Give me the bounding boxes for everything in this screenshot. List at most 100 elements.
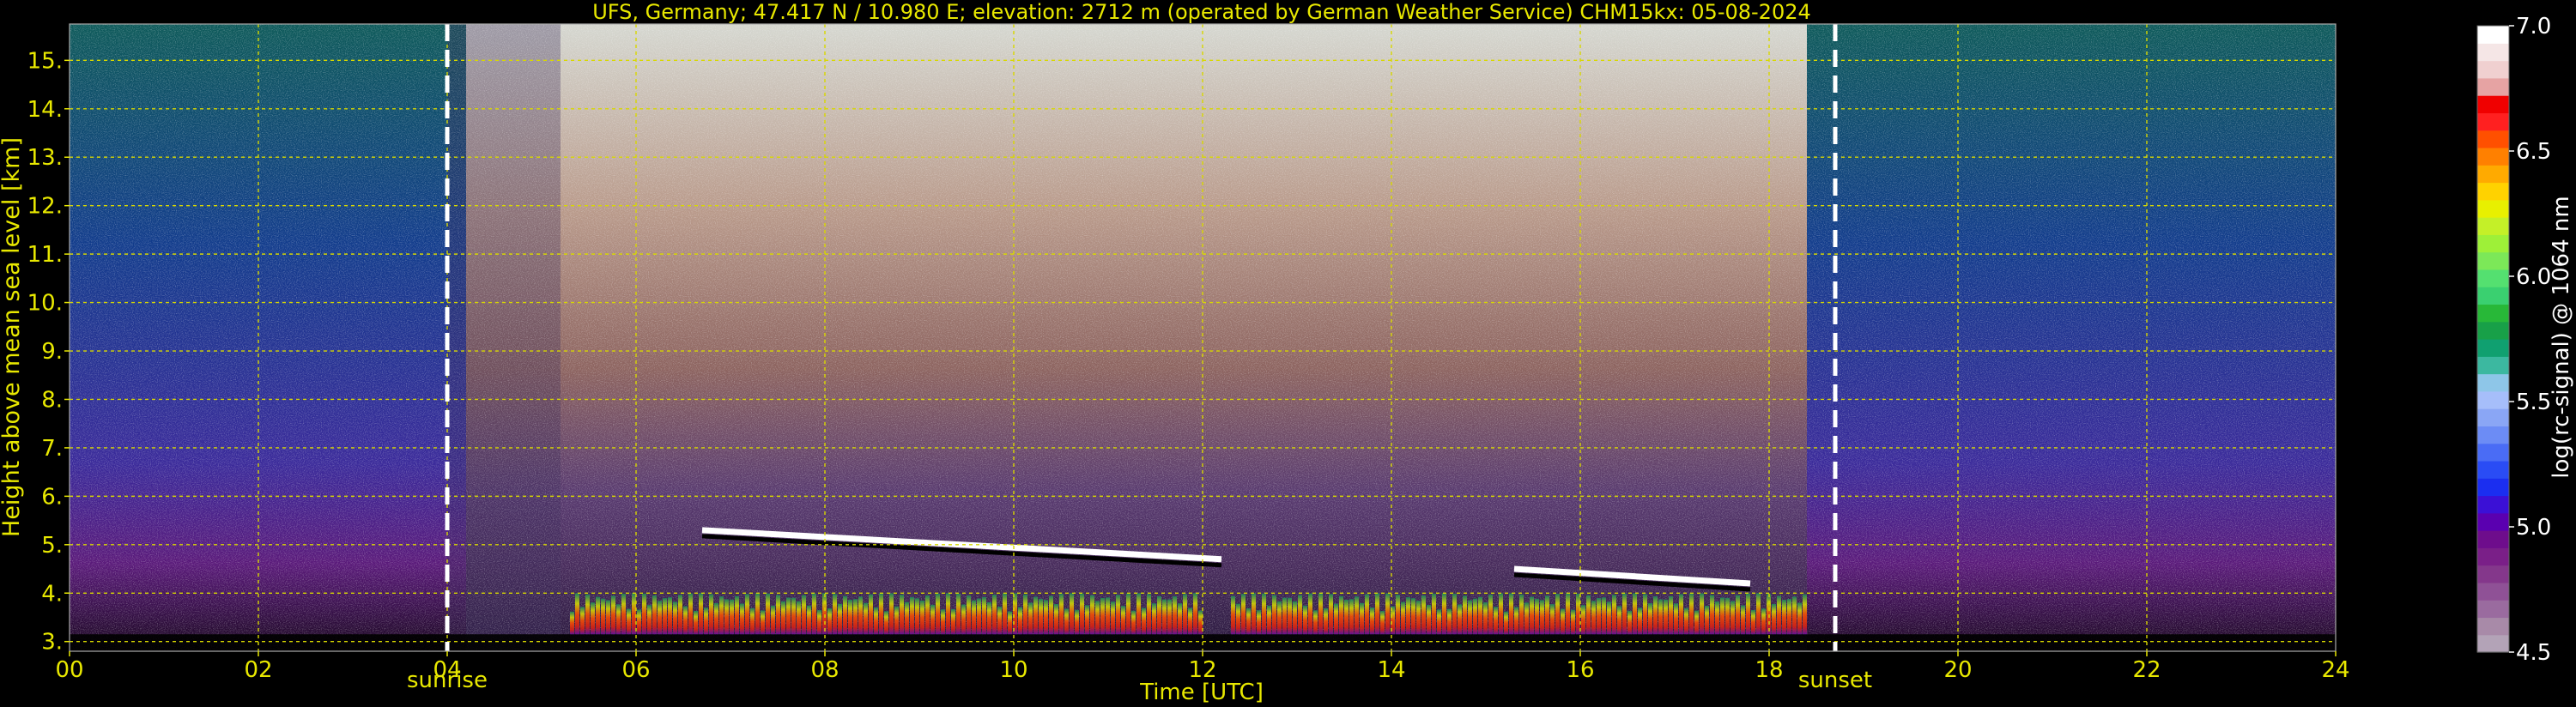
boundary-layer-column bbox=[848, 600, 852, 635]
colorbar-segment bbox=[2477, 43, 2509, 62]
boundary-layer-column bbox=[1550, 604, 1555, 635]
sunset-label: sunset bbox=[1798, 668, 1872, 693]
boundary-layer-column bbox=[766, 593, 770, 635]
boundary-layer-column bbox=[1136, 593, 1141, 635]
boundary-layer-column bbox=[1803, 594, 1807, 635]
colorbar-label: log(rc-signal) @ 1064 nm bbox=[2549, 196, 2574, 478]
boundary-layer-column bbox=[1370, 607, 1374, 635]
boundary-layer-column bbox=[1142, 607, 1146, 635]
boundary-layer-column bbox=[1116, 595, 1120, 635]
boundary-layer-column bbox=[1509, 593, 1513, 635]
boundary-layer-column bbox=[1100, 597, 1105, 635]
boundary-layer-column bbox=[1028, 602, 1033, 635]
y-tick-label: 5. bbox=[41, 533, 63, 559]
boundary-layer-column bbox=[1198, 610, 1203, 635]
boundary-layer-column bbox=[1131, 610, 1136, 635]
boundary-layer-column bbox=[1566, 593, 1570, 635]
boundary-layer-column bbox=[1272, 595, 1276, 635]
boundary-layer-column bbox=[627, 608, 631, 635]
boundary-layer-column bbox=[864, 602, 868, 635]
boundary-layer-column bbox=[1535, 598, 1539, 635]
colorbar-segment bbox=[2477, 582, 2509, 601]
boundary-layer-column bbox=[688, 593, 693, 635]
boundary-layer-column bbox=[1607, 601, 1611, 635]
boundary-layer-column bbox=[1741, 605, 1745, 635]
colorbar-segment bbox=[2477, 390, 2509, 409]
boundary-layer-column bbox=[1033, 596, 1038, 635]
x-tick-label: 04 bbox=[433, 657, 461, 683]
boundary-layer-column bbox=[1385, 593, 1390, 635]
boundary-layer-column bbox=[1756, 593, 1761, 635]
boundary-layer-column bbox=[1167, 599, 1172, 635]
boundary-layer-column bbox=[1452, 594, 1457, 635]
boundary-layer-column bbox=[673, 601, 677, 635]
boundary-layer-column bbox=[1545, 595, 1549, 635]
colorbar-segment bbox=[2477, 460, 2509, 479]
x-tick-label: 08 bbox=[810, 657, 839, 683]
boundary-layer-column bbox=[1008, 611, 1012, 635]
colorbar-segment bbox=[2477, 512, 2509, 531]
boundary-layer-column bbox=[776, 595, 780, 635]
boundary-layer-column bbox=[1694, 610, 1699, 635]
boundary-layer-column bbox=[1231, 595, 1235, 635]
boundary-layer-column bbox=[869, 594, 873, 635]
boundary-layer-column bbox=[1571, 609, 1575, 635]
boundary-layer-column bbox=[719, 596, 724, 635]
boundary-layer-column bbox=[1519, 594, 1524, 635]
boundary-layer-column bbox=[1126, 593, 1130, 635]
y-tick-label: 14. bbox=[27, 97, 63, 123]
colorbar: 4.5 5.0 5.5 6.0 6.5 7.0 bbox=[2476, 14, 2551, 666]
boundary-layer-column bbox=[1669, 595, 1673, 635]
boundary-layer-column bbox=[879, 593, 883, 635]
boundary-layer-column bbox=[1157, 595, 1161, 635]
boundary-layer-column bbox=[987, 601, 991, 635]
colorbar-tick-label: 6.0 bbox=[2516, 264, 2551, 290]
boundary-layer-column bbox=[941, 609, 945, 635]
boundary-layer-column bbox=[1468, 600, 1472, 635]
boundary-layer-column bbox=[1339, 595, 1343, 635]
boundary-layer-column bbox=[1684, 607, 1688, 635]
boundary-layer-column bbox=[1447, 608, 1452, 635]
boundary-layer-column bbox=[1561, 608, 1565, 635]
boundary-layer-column bbox=[1049, 595, 1053, 635]
boundary-layer-column bbox=[1442, 593, 1446, 635]
boundary-layer-column bbox=[1488, 594, 1493, 635]
boundary-layer-column bbox=[1483, 602, 1488, 635]
boundary-layer-column bbox=[791, 597, 796, 635]
boundary-layer-column bbox=[678, 595, 682, 635]
colorbar-segment bbox=[2477, 165, 2509, 184]
y-tick-label: 8. bbox=[41, 387, 63, 413]
x-tick-label: 06 bbox=[621, 657, 650, 683]
boundary-layer-column bbox=[1178, 603, 1182, 635]
boundary-layer-column bbox=[632, 593, 636, 635]
boundary-layer-column bbox=[570, 611, 574, 635]
boundary-layer-column bbox=[1648, 603, 1652, 635]
boundary-layer-column bbox=[1023, 594, 1027, 635]
boundary-layer-column bbox=[1039, 598, 1043, 635]
boundary-layer-column bbox=[833, 594, 837, 635]
boundary-layer-column bbox=[930, 604, 935, 635]
chart-root: sunrise sunset 00 02 04 06 08 10 12 14 16 18 20 22 24… bbox=[0, 0, 2576, 707]
colorbar-segment bbox=[2477, 269, 2509, 287]
boundary-layer-column bbox=[1416, 601, 1421, 635]
boundary-layer-column bbox=[1162, 599, 1167, 635]
boundary-layer-column bbox=[709, 594, 713, 635]
colorbar-segment bbox=[2477, 26, 2509, 44]
boundary-layer-column bbox=[797, 601, 801, 635]
boundary-layer-column bbox=[740, 603, 744, 635]
boundary-layer-column bbox=[1121, 606, 1125, 635]
x-tick-label: 00 bbox=[55, 657, 83, 683]
boundary-layer-column bbox=[1782, 600, 1786, 635]
colorbar-segment bbox=[2477, 443, 2509, 462]
boundary-layer-column bbox=[853, 599, 858, 635]
colorbar-segment bbox=[2477, 373, 2509, 392]
boundary-layer-column bbox=[1375, 593, 1379, 635]
x-tick-label: 18 bbox=[1755, 657, 1783, 683]
y-tick-label: 15. bbox=[27, 48, 63, 74]
boundary-layer-column bbox=[1761, 608, 1766, 635]
boundary-layer-column bbox=[1586, 595, 1591, 635]
boundary-layer-column bbox=[1173, 595, 1177, 635]
boundary-layer-column bbox=[1591, 601, 1596, 635]
boundary-layer-column bbox=[637, 609, 641, 635]
boundary-layer-column bbox=[658, 601, 662, 635]
